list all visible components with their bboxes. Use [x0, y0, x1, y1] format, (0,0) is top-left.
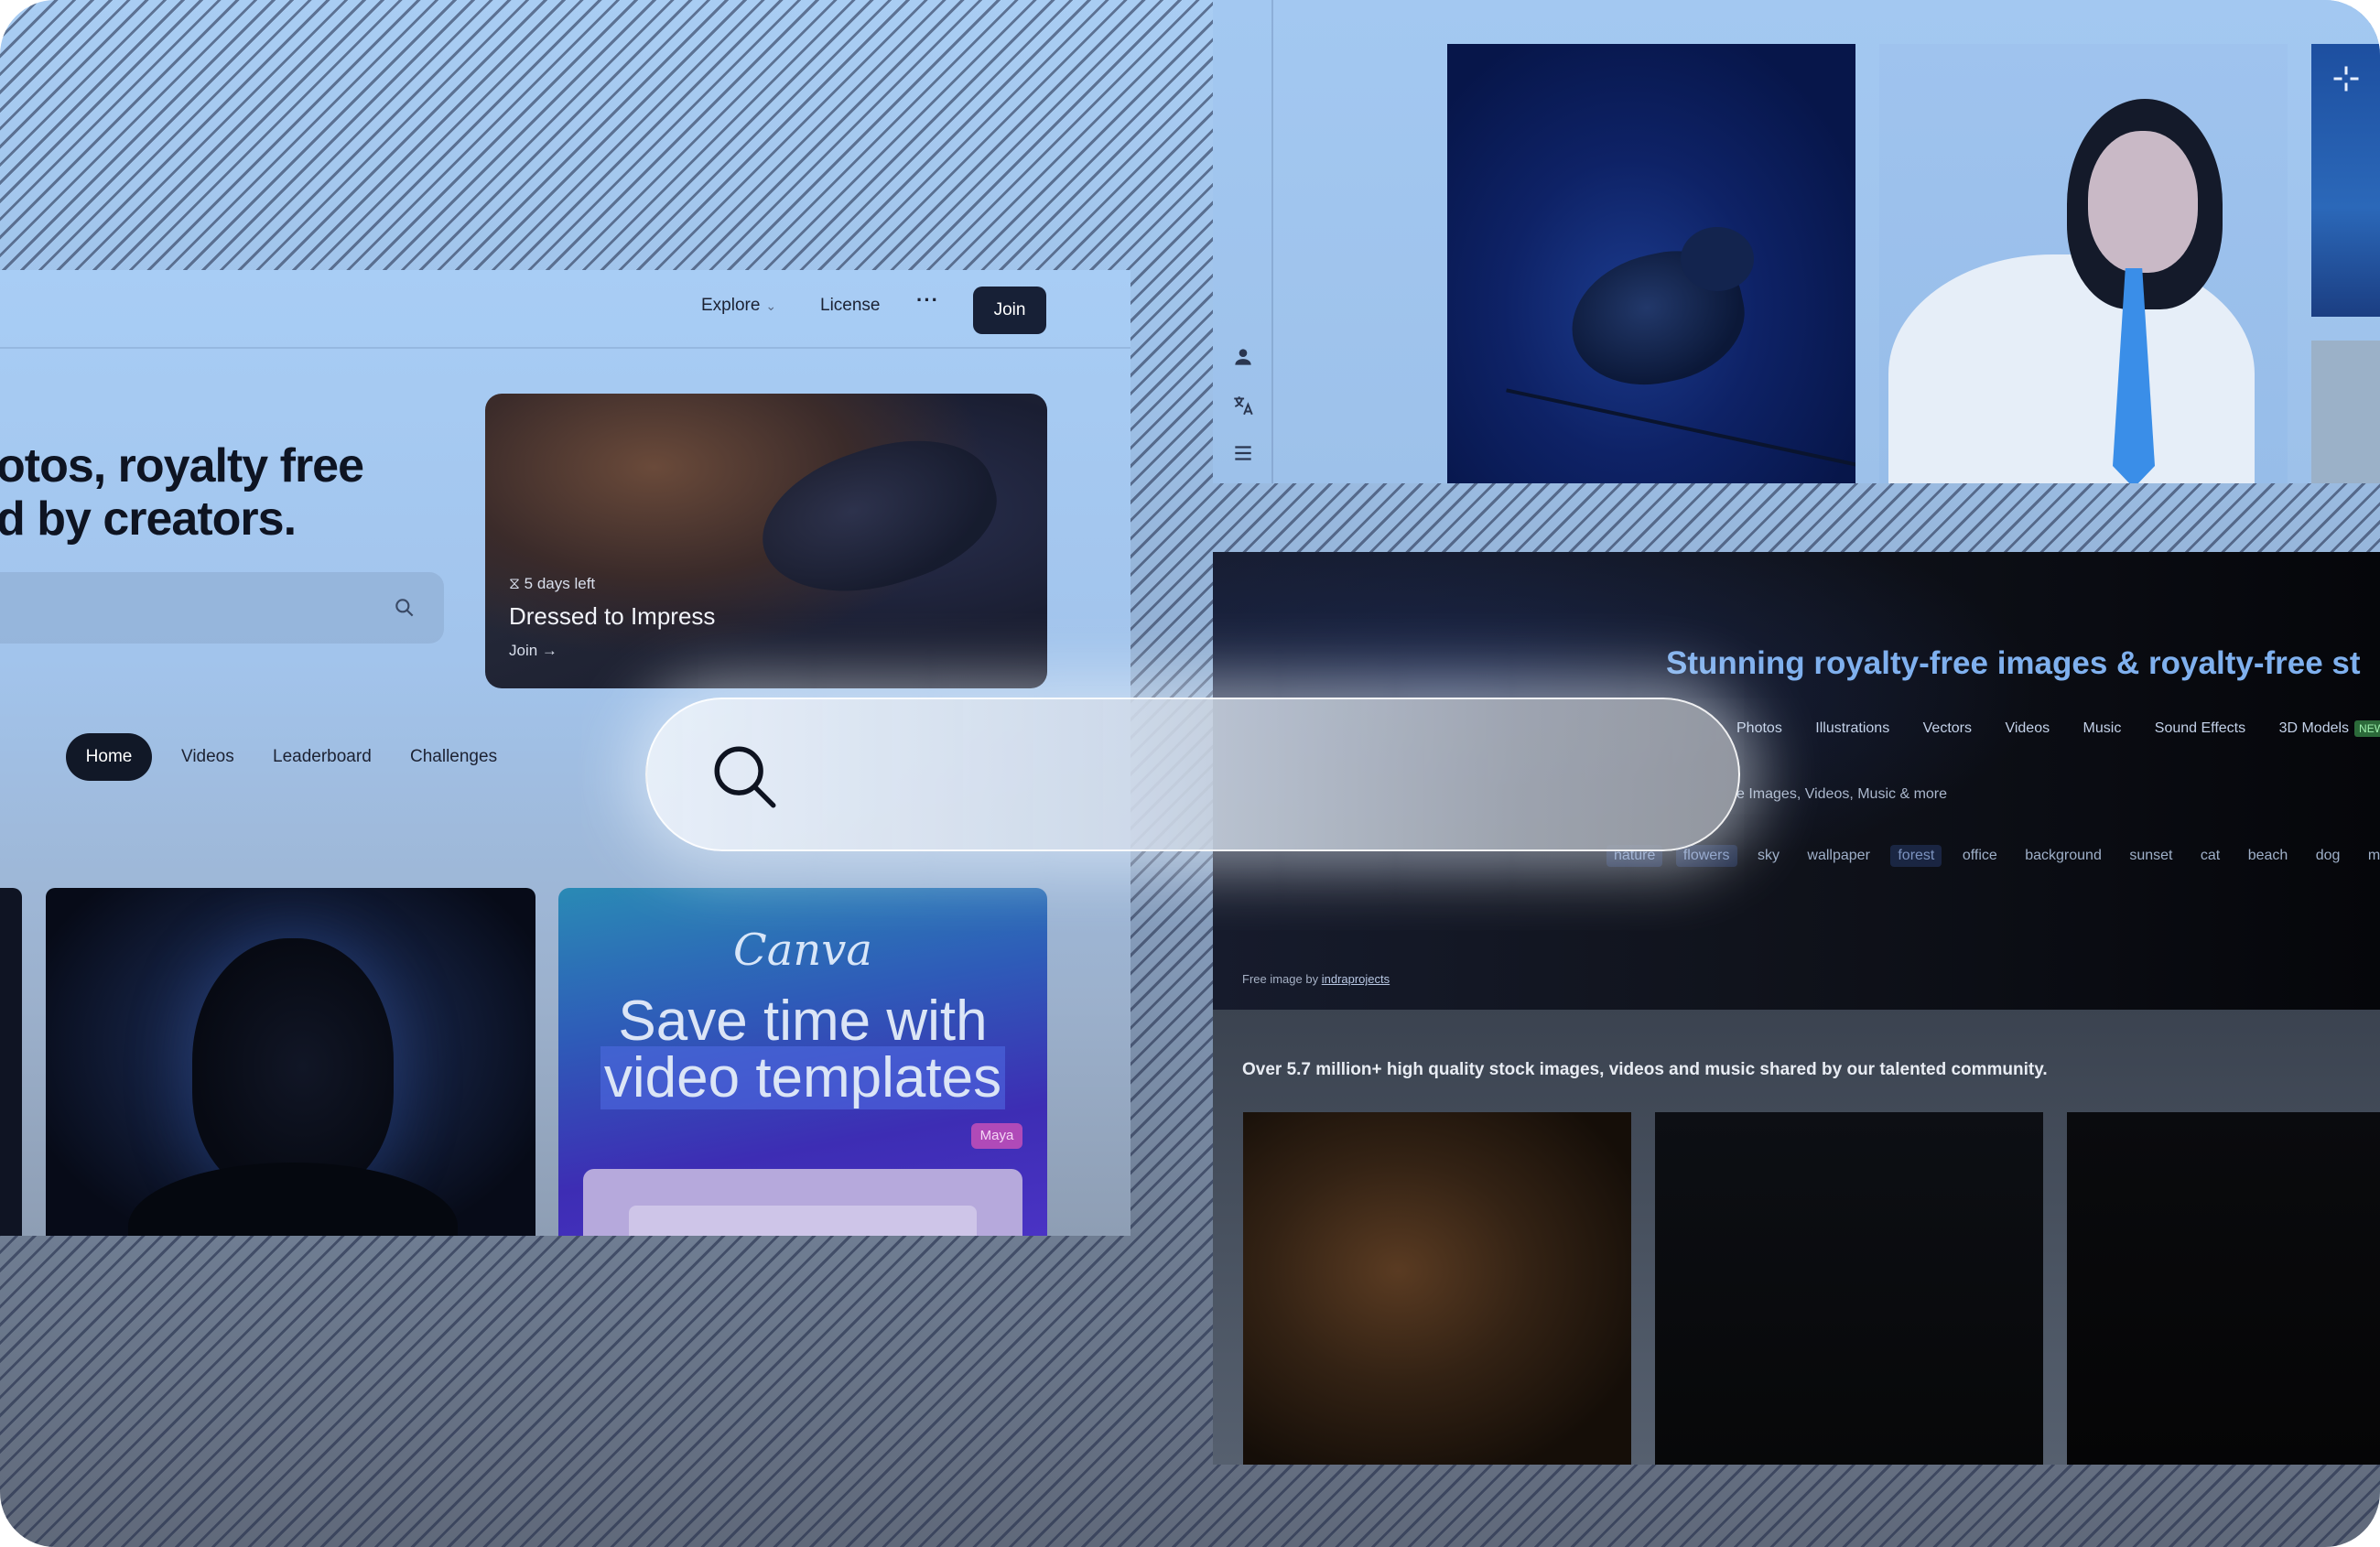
canva-ad-card[interactable]: Canva Save time with video templates May…: [558, 888, 1047, 1236]
image-thumbnail[interactable]: [2067, 1112, 2380, 1465]
hero-line-2: d by creators.: [0, 492, 297, 546]
image-thumbnail[interactable]: [1655, 1112, 2043, 1465]
category-nav: Photos Illustrations Vectors Videos Musi…: [1736, 720, 2380, 742]
top-nav: Explore ⌄ License ··· Join: [0, 270, 1130, 349]
sea-photo[interactable]: [2311, 44, 2380, 317]
texture-photo[interactable]: [2311, 341, 2380, 483]
category-videos[interactable]: Videos: [2005, 720, 2050, 737]
sidebar: [1213, 0, 1273, 483]
join-button[interactable]: Join: [973, 287, 1046, 334]
tag-chip[interactable]: dog: [2309, 845, 2348, 867]
tag-chip[interactable]: wallpaper: [1800, 845, 1877, 867]
category-sound-effects[interactable]: Sound Effects: [2155, 720, 2245, 737]
category-illustrations[interactable]: Illustrations: [1815, 720, 1889, 737]
challenge-title: Dressed to Impress: [509, 602, 716, 630]
portrait-body: [128, 1163, 458, 1236]
ad-headline-line-1: Save time with: [618, 990, 988, 1053]
main-search-bar[interactable]: [645, 698, 1740, 851]
gallery-window-top-right: [1213, 0, 2380, 483]
credit-author-link[interactable]: indraprojects: [1322, 972, 1390, 986]
face: [2088, 131, 2198, 273]
collaborator-tag: Maya: [971, 1123, 1022, 1149]
photo-thumbnail[interactable]: [0, 888, 22, 1236]
category-music[interactable]: Music: [2083, 720, 2122, 737]
community-stats: Over 5.7 million+ high quality stock ima…: [1242, 1060, 2048, 1079]
popular-tags: nature flowers sky wallpaper forest offi…: [1606, 845, 2380, 867]
hero-title: Stunning royalty-free images & royalty-f…: [1666, 645, 2361, 681]
ad-headline: Save time with video templates: [558, 990, 1047, 1109]
bird-head: [1681, 227, 1754, 291]
canva-logo: Canva: [733, 925, 872, 976]
tab-challenges[interactable]: Challenges: [410, 733, 497, 781]
category-photos[interactable]: Photos: [1736, 720, 1782, 737]
sparkle-icon[interactable]: [2330, 62, 2363, 95]
search-icon[interactable]: [393, 596, 416, 620]
challenge-join-link[interactable]: Join →: [509, 642, 557, 660]
composite-frame: Explore ⌄ License ··· Join otos, royalty …: [0, 0, 2380, 1547]
stock-site-window-bottom-right: Stunning royalty-free images & royalty-f…: [1213, 552, 2380, 1465]
nav-explore[interactable]: Explore ⌄: [701, 296, 776, 316]
nav-license[interactable]: License: [820, 296, 881, 316]
arrow-right-icon: →: [541, 642, 557, 659]
tab-leaderboard[interactable]: Leaderboard: [273, 733, 372, 781]
ad-headline-line-2: video templates: [600, 1046, 1006, 1109]
tag-chip[interactable]: background: [2018, 845, 2109, 867]
ad-preview-inner: [629, 1206, 977, 1236]
bird-photo[interactable]: [1447, 44, 1855, 483]
category-3d-models[interactable]: 3D Models NEW: [2279, 720, 2380, 737]
tag-chip[interactable]: sunset: [2122, 845, 2180, 867]
hero-heading: otos, royalty free d by creators.: [0, 439, 364, 546]
portrait-head: [192, 938, 394, 1195]
days-left: ⧖ 5 days left: [509, 575, 596, 592]
tag-chip[interactable]: money: [2361, 845, 2380, 867]
chevron-down-icon: ⌄: [765, 298, 777, 313]
hero-line-1: otos, royalty free: [0, 439, 364, 492]
hero-search-field[interactable]: [0, 572, 444, 644]
more-menu-button[interactable]: ···: [916, 290, 939, 310]
branch: [1506, 388, 1855, 472]
tag-chip[interactable]: sky: [1750, 845, 1787, 867]
image-thumbnail[interactable]: [1243, 1112, 1631, 1465]
shoe-photo: [744, 415, 1013, 620]
tag-chip[interactable]: cat: [2193, 845, 2227, 867]
tab-home[interactable]: Home: [66, 733, 152, 781]
section-tabs: Home Videos Leaderboard Challenges: [0, 733, 641, 781]
tag-chip[interactable]: forest: [1890, 845, 1942, 867]
tag-chip[interactable]: beach: [2241, 845, 2296, 867]
image-credit: Free image by indraprojects: [1242, 972, 1390, 986]
hero-subtitle: e Images, Videos, Music & more: [1736, 786, 1948, 802]
search-input[interactable]: [803, 736, 1672, 817]
portrait-photo[interactable]: [46, 888, 536, 1236]
tag-chip[interactable]: flowers: [1675, 845, 1737, 867]
category-vectors[interactable]: Vectors: [1923, 720, 1972, 737]
tag-chip[interactable]: office: [1955, 845, 2005, 867]
new-badge: NEW: [2354, 720, 2380, 737]
woman-portrait-photo[interactable]: [1879, 44, 2288, 483]
menu-icon[interactable]: [1231, 441, 1255, 465]
tab-videos[interactable]: Videos: [181, 733, 234, 781]
ad-preview-panel: [583, 1169, 1022, 1236]
search-icon[interactable]: [708, 740, 783, 815]
challenge-card[interactable]: ⧖ 5 days left Dressed to Impress Join →: [485, 394, 1047, 688]
user-icon[interactable]: [1231, 345, 1255, 369]
translate-icon[interactable]: [1231, 394, 1255, 417]
